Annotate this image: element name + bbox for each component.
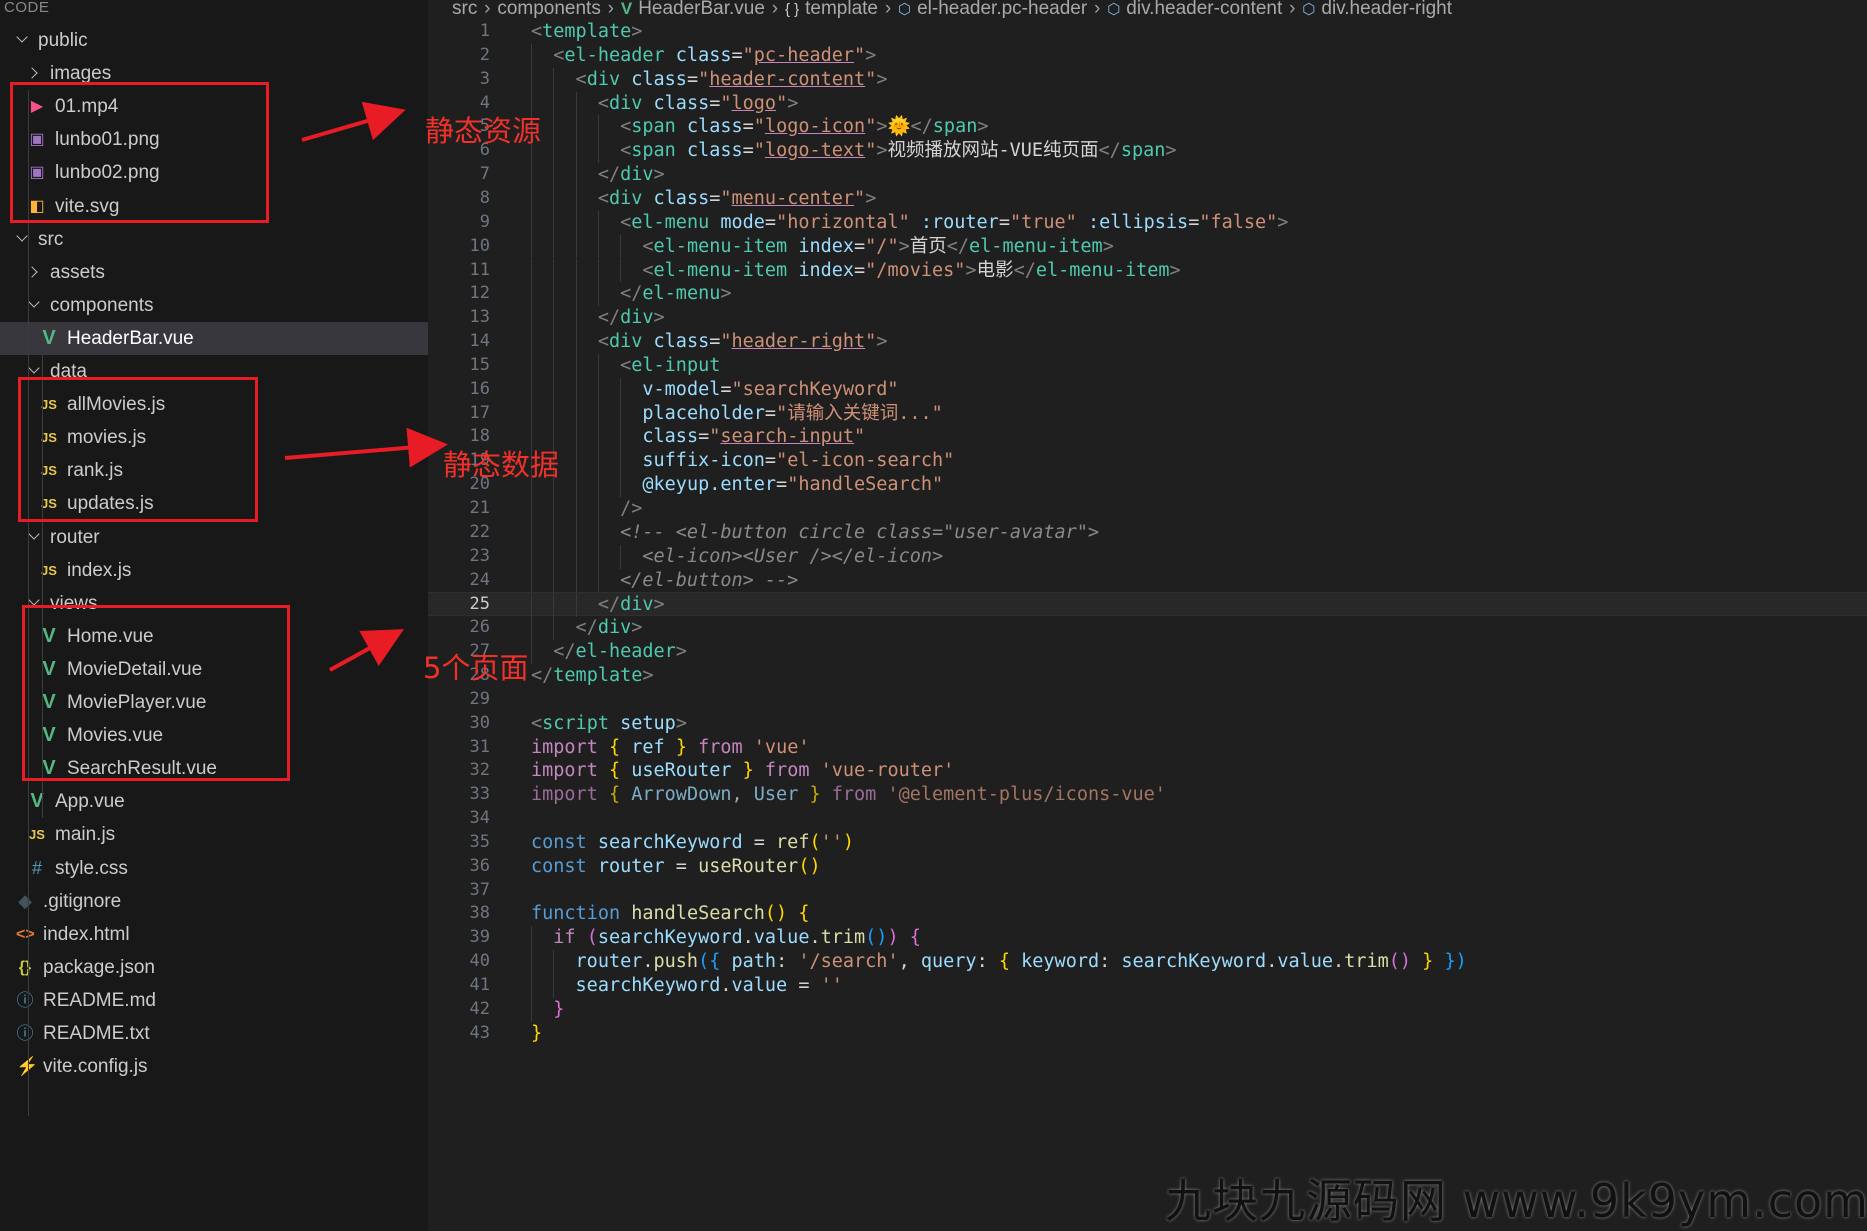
- arrow-pages: [329, 629, 405, 672]
- watermark: 九块九源码网 www.9k9ym.com: [1165, 1174, 1867, 1228]
- arrow-static-assets: [301, 101, 406, 142]
- annotation-arrows: [284, 101, 448, 672]
- arrow-static-data: [284, 427, 448, 468]
